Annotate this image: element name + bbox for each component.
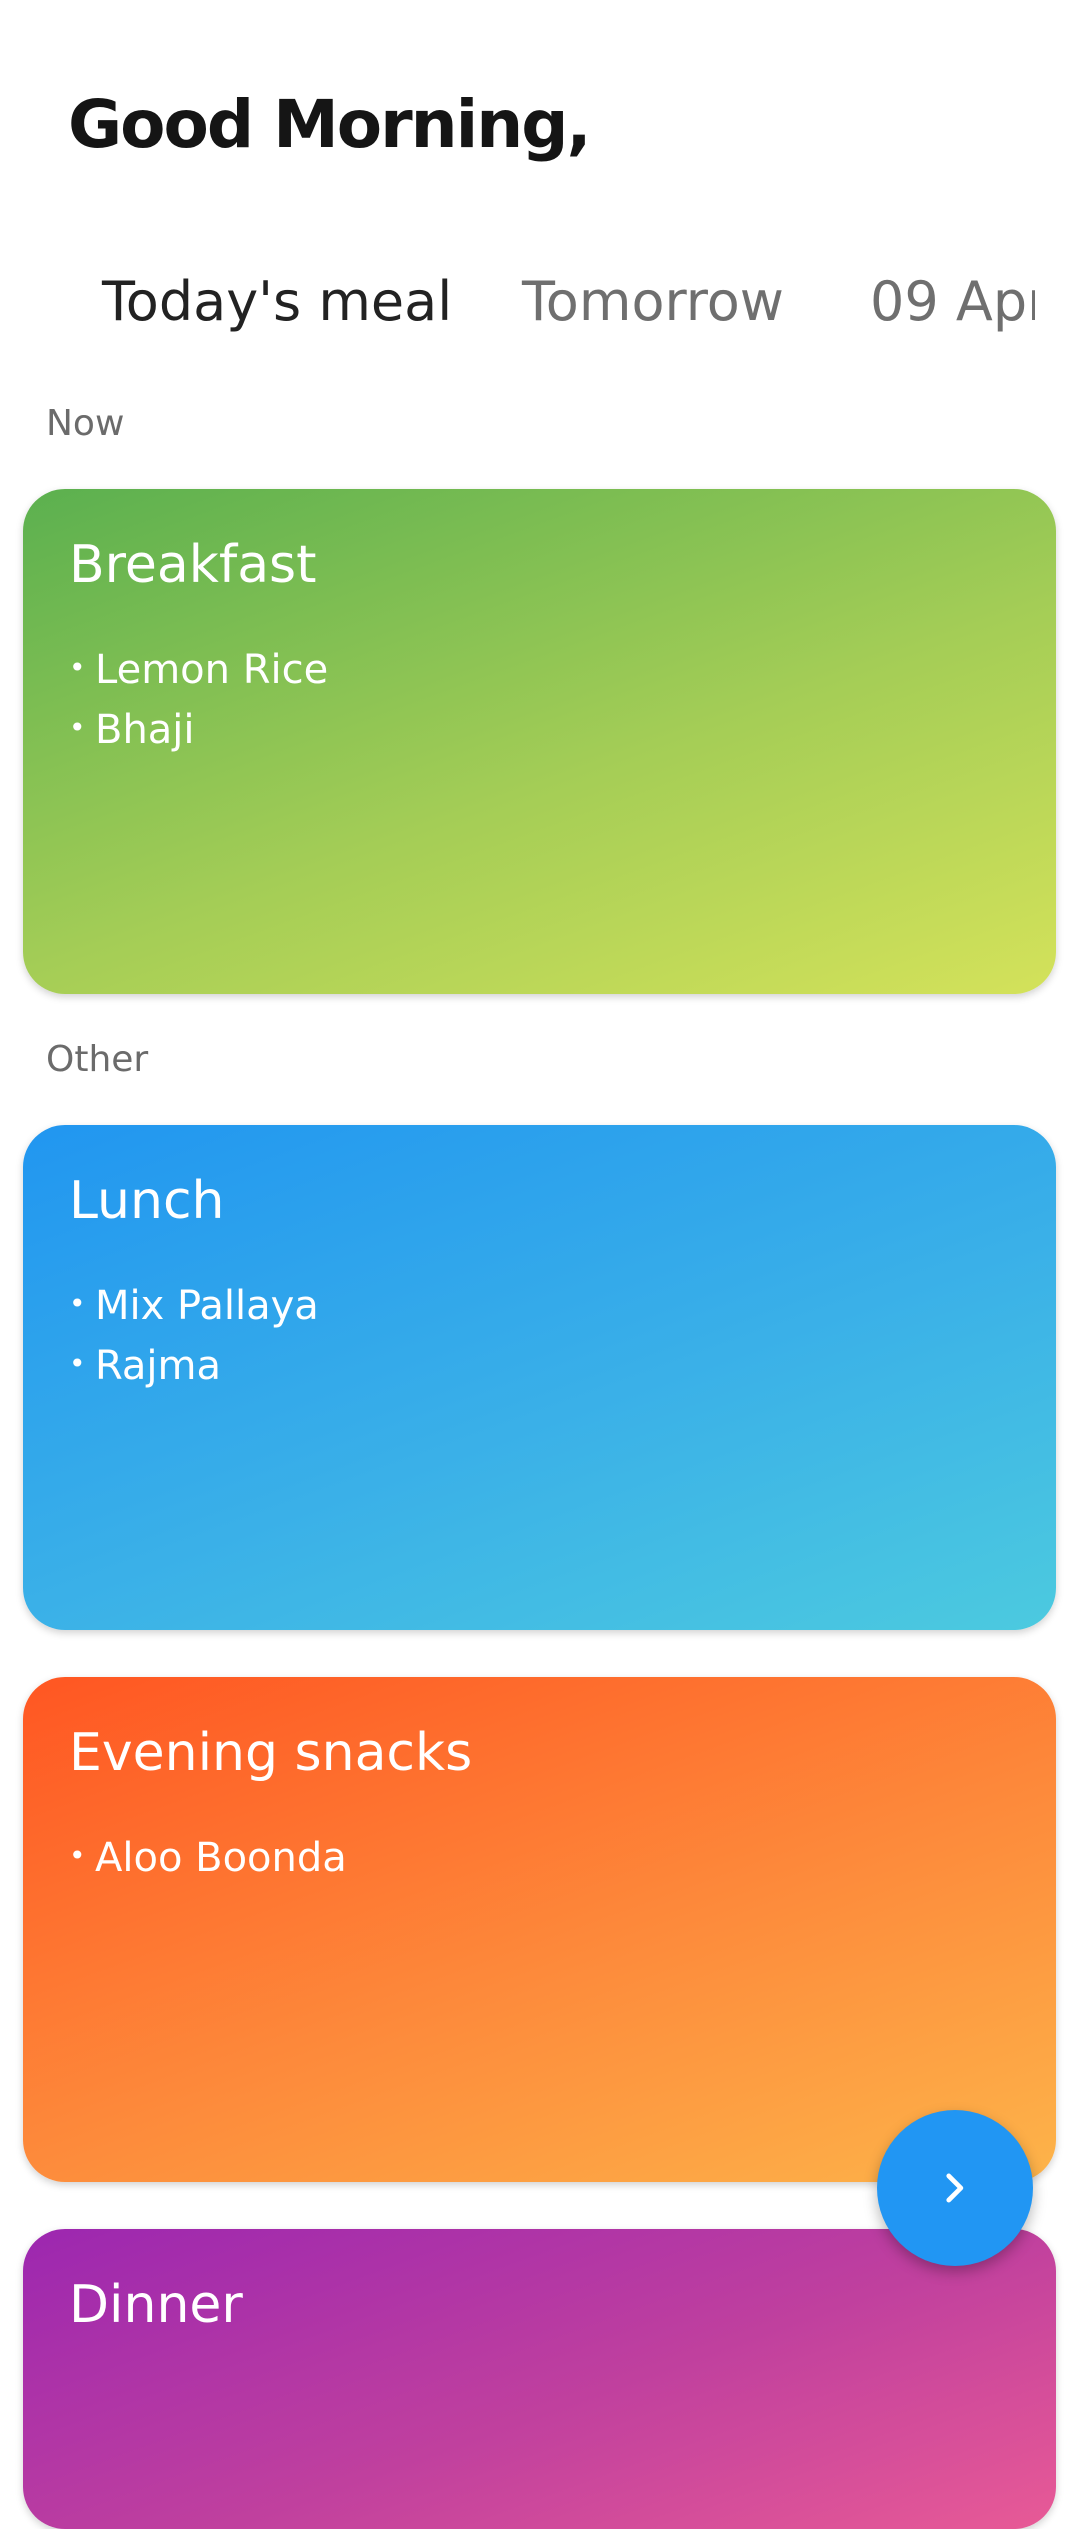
meal-item-label: Aloo Boonda	[95, 1835, 347, 1881]
section-label-now: Now	[46, 403, 125, 444]
meal-card-evening-snacks[interactable]: Evening snacks • Aloo Boonda	[23, 1677, 1056, 2182]
chevron-right-icon	[946, 2173, 964, 2203]
meal-card-title: Lunch	[69, 1171, 225, 1231]
meal-card-lunch[interactable]: Lunch • Mix Pallaya • Rajma	[23, 1125, 1056, 1630]
meal-item-list: • Mix Pallaya • Rajma	[69, 1277, 319, 1397]
meal-card-title: Dinner	[69, 2275, 243, 2335]
meal-item-label: Rajma	[95, 1343, 222, 1389]
section-label-other: Other	[46, 1039, 149, 1080]
tab-tomorrow[interactable]: Tomorrow	[522, 262, 784, 342]
meal-item-label: Lemon Rice	[95, 647, 329, 693]
meal-item-label: Mix Pallaya	[95, 1283, 319, 1329]
meal-item: • Mix Pallaya	[69, 1277, 319, 1337]
greeting-title: Good Morning,	[68, 86, 592, 163]
bullet-icon: •	[69, 1347, 86, 1380]
tab-09-apr[interactable]: 09 Apr	[870, 262, 1035, 342]
meal-item-label: Bhaji	[95, 707, 195, 753]
meal-card-title: Evening snacks	[69, 1723, 473, 1783]
meal-card-breakfast[interactable]: Breakfast • Lemon Rice • Bhaji	[23, 489, 1056, 994]
day-tabs: Today's meal Tomorrow 09 Apr	[0, 262, 1035, 342]
meal-item: • Lemon Rice	[69, 641, 328, 701]
meal-card-title: Breakfast	[69, 535, 317, 595]
bullet-icon: •	[69, 1287, 86, 1320]
meal-item: • Bhaji	[69, 701, 328, 761]
next-fab-button[interactable]	[877, 2110, 1033, 2266]
bullet-icon: •	[69, 711, 86, 744]
meal-item: • Rajma	[69, 1337, 319, 1397]
meal-item-list: • Aloo Boonda	[69, 1829, 347, 1889]
meal-item-list: • Lemon Rice • Bhaji	[69, 641, 328, 761]
tab-todays-meal[interactable]: Today's meal	[102, 262, 452, 342]
meal-card-dinner[interactable]: Dinner	[23, 2229, 1056, 2529]
bullet-icon: •	[69, 1839, 86, 1872]
meal-item: • Aloo Boonda	[69, 1829, 347, 1889]
bullet-icon: •	[69, 651, 86, 684]
